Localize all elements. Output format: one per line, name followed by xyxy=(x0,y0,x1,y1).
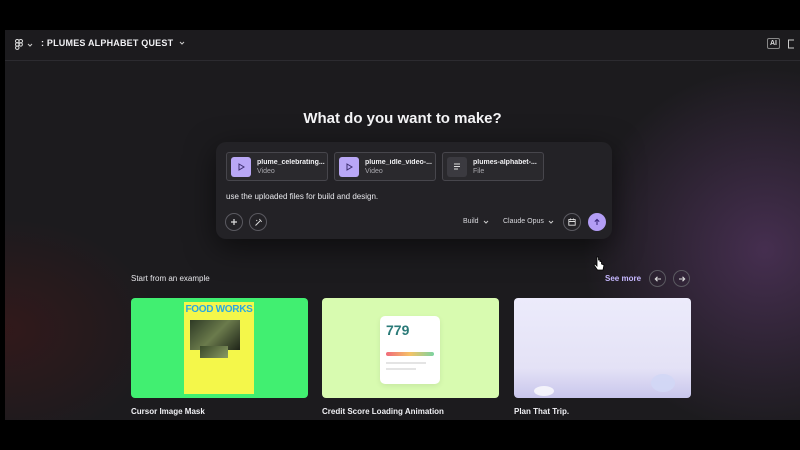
attachment-name: plume_idle_video-... xyxy=(365,158,432,166)
top-right-controls: AI xyxy=(767,38,794,49)
app-logo-menu[interactable] xyxy=(15,39,33,50)
chevron-down-icon xyxy=(27,43,33,47)
score-gradient-bar xyxy=(386,352,434,356)
send-button[interactable] xyxy=(588,213,606,231)
attachment-type: Video xyxy=(365,167,383,175)
attachment-type: Video xyxy=(257,167,275,175)
chevron-down-icon xyxy=(548,220,554,224)
poster-photo xyxy=(200,346,228,358)
arrow-left-icon xyxy=(654,275,661,282)
figma-logo-icon xyxy=(15,39,23,50)
project-name-menu[interactable]: : PLUMES ALPHABET QUEST xyxy=(41,38,185,48)
add-button[interactable] xyxy=(225,213,243,231)
attachment-chip[interactable]: plumes-alphabet-... File xyxy=(442,152,544,181)
example-card-title: Plan That Trip. xyxy=(514,407,570,416)
score-number: 779 xyxy=(386,322,410,338)
divider xyxy=(386,362,426,364)
poster-preview: FOOD WORKS xyxy=(184,302,254,394)
cloud-decoration xyxy=(651,374,675,392)
see-more-link[interactable]: See more xyxy=(605,274,641,283)
attachment-chip[interactable]: plume_celebrating... Video xyxy=(226,152,328,181)
ai-button[interactable]: AI xyxy=(767,38,780,49)
arrow-right-icon xyxy=(678,275,685,282)
previous-button[interactable] xyxy=(649,270,666,287)
model-label: Claude Opus xyxy=(503,218,544,225)
attachment-name: plumes-alphabet-... xyxy=(473,158,537,166)
play-icon xyxy=(231,156,251,177)
play-icon xyxy=(339,156,359,177)
magic-wand-icon xyxy=(254,218,262,226)
calendar-icon xyxy=(568,218,576,226)
schedule-button[interactable] xyxy=(563,213,581,231)
chevron-down-icon xyxy=(483,220,488,224)
top-bar: : PLUMES ALPHABET QUEST AI xyxy=(5,30,800,61)
project-name: : PLUMES ALPHABET QUEST xyxy=(41,38,174,48)
model-dropdown[interactable]: Claude Opus xyxy=(503,218,554,225)
cloud-decoration xyxy=(534,386,554,396)
mode-dropdown[interactable]: Build xyxy=(463,218,489,225)
attachment-name: plume_celebrating... xyxy=(257,158,325,166)
example-card-plan-that-trip[interactable] xyxy=(514,298,691,398)
example-card-title: Credit Score Loading Animation xyxy=(322,407,444,416)
document-icon xyxy=(447,156,467,177)
plus-icon xyxy=(231,219,237,225)
mouse-cursor-icon xyxy=(593,256,605,277)
poster-title: FOOD WORKS xyxy=(185,304,253,315)
app-window: : PLUMES ALPHABET QUEST AI What do you w… xyxy=(5,30,800,420)
letterbox-bar xyxy=(0,420,800,450)
example-card-title: Cursor Image Mask xyxy=(131,407,205,416)
mode-label: Build xyxy=(463,218,479,225)
attachment-chip[interactable]: plume_idle_video-... Video xyxy=(334,152,436,181)
chevron-down-icon xyxy=(179,41,185,45)
page-title: What do you want to make? xyxy=(303,110,502,127)
examples-section-title: Start from an example xyxy=(131,274,210,283)
next-button[interactable] xyxy=(673,270,690,287)
attachment-type: File xyxy=(473,167,485,175)
panel-toggle-icon[interactable] xyxy=(788,39,794,49)
prompt-input[interactable]: use the uploaded files for build and des… xyxy=(226,192,378,201)
prompt-composer: plume_celebrating... Video plume_idle_vi… xyxy=(216,142,612,239)
example-card-cursor-image-mask[interactable]: FOOD WORKS xyxy=(131,298,308,398)
score-widget-preview: 779 xyxy=(380,316,440,384)
arrow-up-icon xyxy=(594,218,600,225)
enhance-button[interactable] xyxy=(249,213,267,231)
divider xyxy=(386,368,416,370)
example-card-credit-score[interactable]: 779 xyxy=(322,298,499,398)
